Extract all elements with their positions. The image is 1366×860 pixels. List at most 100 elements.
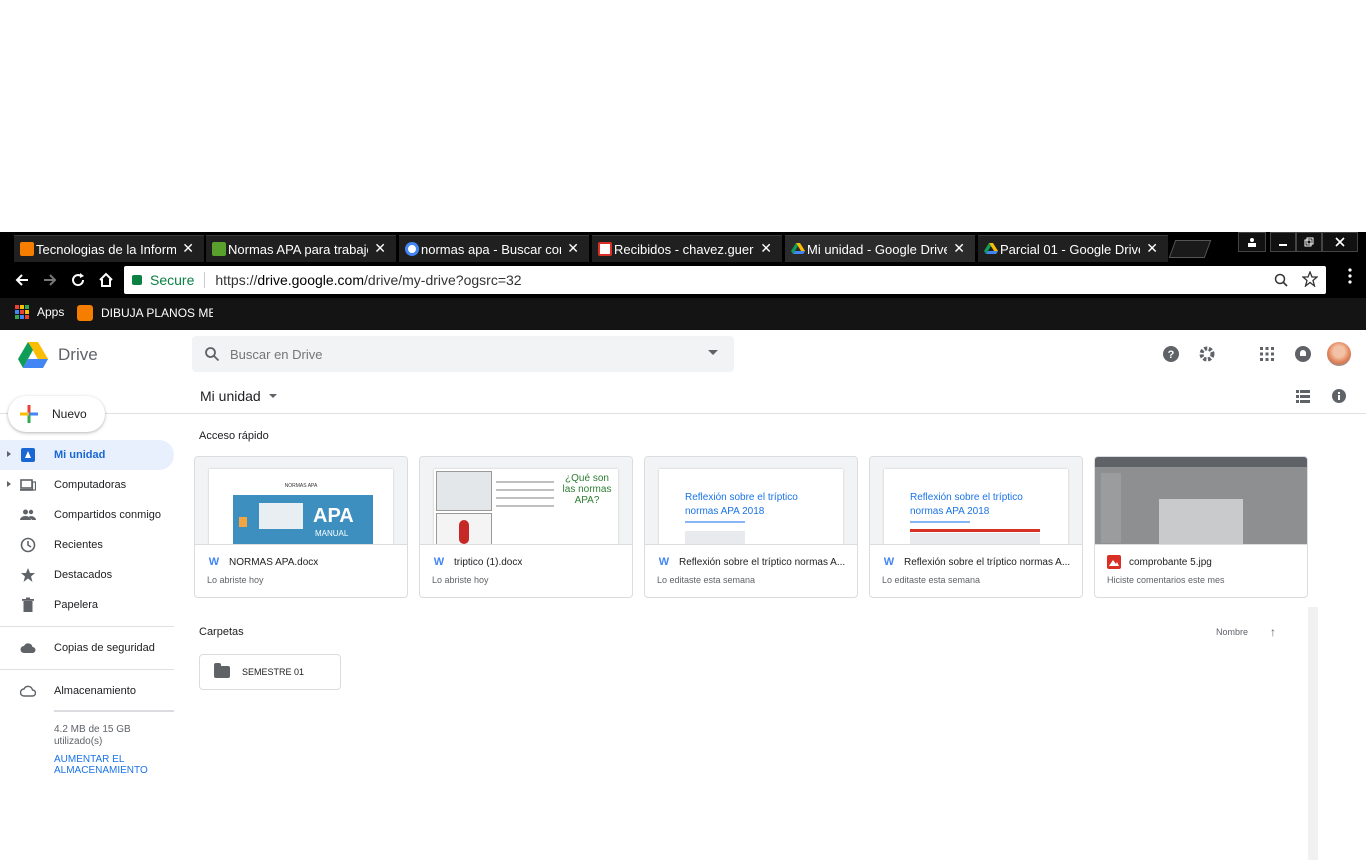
- browser-tab-active[interactable]: Mi unidad - Google Drive ✕: [785, 235, 975, 262]
- zoom-icon[interactable]: [1274, 273, 1288, 287]
- sidebar-item-mi-unidad[interactable]: Mi unidad: [0, 440, 174, 470]
- bookmark-star-icon[interactable]: [1301, 270, 1319, 288]
- drive-logo[interactable]: Drive: [18, 342, 98, 368]
- restore-icon[interactable]: [1296, 232, 1322, 252]
- quick-access-card[interactable]: Reflexión sobre el tríptico normas APA 2…: [869, 456, 1083, 598]
- sidebar-divider: [0, 626, 174, 627]
- thumbnail-comic-panel: [436, 471, 492, 511]
- help-icon[interactable]: ?: [1162, 345, 1180, 363]
- folders-title: Carpetas: [199, 626, 244, 638]
- file-thumbnail: [1095, 457, 1307, 545]
- star-icon: [21, 568, 35, 582]
- file-activity: Hiciste comentarios este mes: [1107, 575, 1225, 585]
- omnibox-actions: [1274, 270, 1319, 291]
- back-arrow-icon[interactable]: [10, 268, 34, 292]
- sidebar-item-label: Copias de seguridad: [54, 642, 155, 654]
- scrollbar[interactable]: [1308, 607, 1318, 860]
- settings-gear-icon[interactable]: [1198, 345, 1216, 363]
- new-tab-button[interactable]: [1168, 240, 1212, 258]
- sidebar-item-papelera[interactable]: Papelera: [0, 590, 180, 620]
- tab-title: normas apa - Buscar con: [421, 241, 561, 257]
- quick-access-card[interactable]: ¿Qué son las normas APA? W triptico (1).…: [419, 456, 633, 598]
- bookmark-blog[interactable]: DIBUJA PLANOS MEC: [77, 305, 213, 321]
- minimize-icon[interactable]: [1270, 232, 1296, 252]
- url-host: drive.google.com: [257, 272, 365, 288]
- thumbnail-comic-panel: [436, 513, 492, 544]
- sidebar-item-copias-seguridad[interactable]: Copias de seguridad: [0, 633, 180, 663]
- file-name-row: comprobante 5.jpg: [1107, 555, 1303, 569]
- drive-app: Drive ? Mi unidad Nuevo Mi unidad: [0, 330, 1366, 860]
- close-tab-icon[interactable]: ✕: [567, 240, 579, 257]
- address-bar[interactable]: Secure https:// drive.google.com /drive/…: [124, 266, 1326, 294]
- thumbnail-heading: Reflexión sobre el tríptico normas APA 2…: [910, 492, 1023, 517]
- gmail-favicon-icon: [598, 242, 612, 256]
- browser-tab[interactable]: Tecnologias de la Informa ✕: [14, 235, 204, 262]
- search-options-caret-icon[interactable]: [708, 350, 718, 355]
- browser-tab[interactable]: Parcial 01 - Google Drive ✕: [978, 235, 1168, 262]
- lock-icon: [132, 275, 142, 285]
- browser-tab[interactable]: Recibidos - chavez.guerre ✕: [592, 235, 782, 262]
- sort-control[interactable]: Nombre ↑: [1216, 625, 1276, 639]
- drive-favicon-icon: [791, 243, 805, 254]
- reload-icon[interactable]: [66, 268, 90, 292]
- file-thumbnail: Reflexión sobre el tríptico normas APA 2…: [645, 457, 857, 545]
- thumbnail-screenshot-header: [1095, 457, 1307, 467]
- drive-logo-icon: [18, 342, 48, 368]
- sidebar-item-almacenamiento[interactable]: Almacenamiento: [0, 676, 180, 706]
- thumbnail-heading: ¿Qué son las normas APA?: [562, 473, 612, 506]
- account-avatar[interactable]: [1327, 342, 1351, 366]
- list-view-icon[interactable]: [1295, 388, 1311, 404]
- file-name: Reflexión sobre el tríptico normas A...: [904, 556, 1071, 568]
- close-tab-icon[interactable]: ✕: [760, 240, 772, 257]
- forward-arrow-icon[interactable]: [38, 268, 62, 292]
- browser-tab[interactable]: Normas APA para trabajo ✕: [206, 235, 396, 262]
- close-tab-icon[interactable]: ✕: [182, 240, 194, 257]
- sidebar-item-destacados[interactable]: Destacados: [0, 560, 180, 590]
- browser-tab[interactable]: normas apa - Buscar con ✕: [399, 235, 589, 262]
- address-separator: [204, 272, 206, 288]
- google-favicon-icon: [405, 242, 419, 256]
- quick-access-card[interactable]: NORMAS APA APA MANUAL W NORMAS APA.docx …: [194, 456, 408, 598]
- leaf-favicon-icon: [212, 242, 226, 256]
- sort-direction-arrow-icon[interactable]: ↑: [1270, 625, 1276, 639]
- sidebar: Mi unidad Computadoras Compartidos conmi…: [0, 440, 180, 776]
- sidebar-item-computadoras[interactable]: Computadoras: [0, 470, 180, 500]
- sidebar-item-recientes[interactable]: Recientes: [0, 530, 180, 560]
- close-tab-icon[interactable]: ✕: [374, 240, 386, 257]
- expand-arrow-icon[interactable]: [7, 481, 11, 487]
- close-window-icon[interactable]: [1322, 232, 1358, 252]
- bookmark-apps[interactable]: Apps: [15, 305, 64, 319]
- folder-item[interactable]: SEMESTRE 01: [199, 654, 341, 690]
- drive-search-bar[interactable]: [192, 336, 734, 372]
- quick-access-card[interactable]: comprobante 5.jpg Hiciste comentarios es…: [1094, 456, 1308, 598]
- word-doc-icon: W: [208, 556, 220, 568]
- search-input[interactable]: [230, 346, 690, 362]
- blogger-icon: [77, 305, 93, 321]
- breadcrumb[interactable]: Mi unidad: [200, 388, 277, 404]
- home-icon[interactable]: [94, 268, 118, 292]
- info-icon[interactable]: [1331, 388, 1347, 404]
- notifications-bell-icon[interactable]: [1294, 345, 1312, 363]
- file-thumbnail: Reflexión sobre el tríptico normas APA 2…: [870, 457, 1082, 545]
- browser-menu-icon[interactable]: [1348, 268, 1352, 289]
- tab-title: Tecnologias de la Informa: [36, 241, 176, 257]
- expand-arrow-icon[interactable]: [7, 451, 11, 457]
- upgrade-storage-link[interactable]: AUMENTAR EL ALMACENAMIENTO: [54, 754, 164, 776]
- close-tab-icon[interactable]: ✕: [1146, 240, 1158, 257]
- quick-access-card[interactable]: Reflexión sobre el tríptico normas APA 2…: [644, 456, 858, 598]
- sidebar-divider: [0, 669, 174, 670]
- close-tab-icon[interactable]: ✕: [953, 240, 965, 257]
- thumbnail-text-column: [496, 475, 554, 544]
- google-apps-icon[interactable]: [1258, 345, 1276, 363]
- url-path: /drive/my-drive?ogsrc=32: [364, 272, 522, 288]
- sidebar-item-compartidos[interactable]: Compartidos conmigo: [0, 500, 180, 530]
- thumbnail-page: Reflexión sobre el tríptico normas APA 2…: [659, 469, 843, 544]
- new-button[interactable]: Nuevo: [8, 396, 105, 432]
- word-doc-icon: W: [883, 556, 895, 568]
- profile-icon[interactable]: [1238, 232, 1266, 252]
- sidebar-item-label: Destacados: [54, 569, 113, 581]
- file-activity: Lo abriste hoy: [207, 575, 264, 585]
- thumbnail-screenshot-dialog: [1159, 499, 1243, 544]
- search-icon: [205, 347, 220, 362]
- computer-icon: [20, 479, 36, 491]
